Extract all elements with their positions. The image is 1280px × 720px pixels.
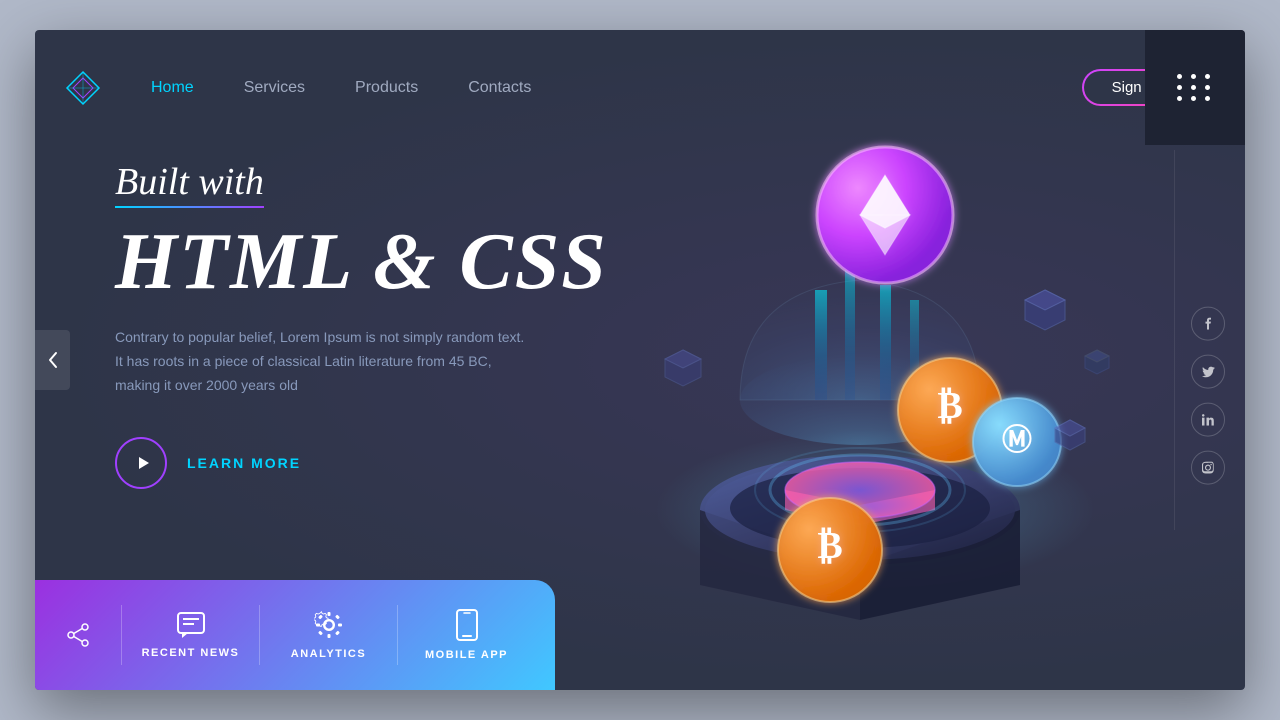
analytics-label: ANALYTICS bbox=[291, 648, 366, 660]
cta-row: LEARN MORE bbox=[115, 437, 608, 489]
bottom-divider-1 bbox=[121, 605, 122, 665]
navbar: Home Services Products Contacts Sign Up bbox=[35, 30, 1245, 145]
facebook-icon[interactable] bbox=[1191, 307, 1225, 341]
svg-text:Ⓜ: Ⓜ bbox=[1002, 424, 1032, 457]
twitter-icon[interactable] bbox=[1191, 355, 1225, 389]
learn-more-link[interactable]: LEARN MORE bbox=[187, 455, 301, 471]
hero-subtitle: Built with bbox=[115, 160, 264, 204]
play-button[interactable] bbox=[115, 437, 167, 489]
phone-icon bbox=[456, 609, 478, 641]
chat-icon bbox=[176, 611, 206, 639]
vertical-divider bbox=[1174, 150, 1175, 530]
corner-menu-block[interactable] bbox=[1145, 30, 1245, 145]
hero-section: Built with HTML & CSS Contrary to popula… bbox=[115, 160, 608, 489]
nav-contacts[interactable]: Contacts bbox=[468, 79, 531, 97]
nav-home[interactable]: Home bbox=[151, 79, 194, 97]
bottom-recent-news[interactable]: RECENT NEWS bbox=[132, 611, 249, 659]
share-button[interactable] bbox=[65, 622, 111, 648]
crypto-illustration: ₿ ₿ Ⓜ bbox=[585, 90, 1165, 670]
mobile-app-label: MOBILE APP bbox=[425, 649, 508, 661]
instagram-icon[interactable] bbox=[1191, 451, 1225, 485]
nav-services[interactable]: Services bbox=[244, 79, 305, 97]
nav-products[interactable]: Products bbox=[355, 79, 418, 97]
bottom-analytics[interactable]: ANALYTICS bbox=[270, 610, 387, 660]
main-area: Home Services Products Contacts Sign Up … bbox=[35, 30, 1245, 690]
bottom-divider-2 bbox=[259, 605, 260, 665]
linkedin-icon[interactable] bbox=[1191, 403, 1225, 437]
main-window: Home Services Products Contacts Sign Up … bbox=[35, 30, 1245, 690]
svg-text:₿: ₿ bbox=[937, 385, 962, 427]
social-sidebar bbox=[1191, 307, 1225, 485]
bottom-divider-3 bbox=[397, 605, 398, 665]
hero-body: Contrary to popular belief, Lorem Ipsum … bbox=[115, 326, 535, 397]
dots-grid-icon bbox=[1177, 74, 1213, 101]
gear-icon bbox=[314, 610, 344, 640]
left-arrow-button[interactable] bbox=[35, 330, 70, 390]
logo[interactable] bbox=[65, 70, 101, 106]
recent-news-label: RECENT NEWS bbox=[142, 647, 240, 659]
nav-links: Home Services Products Contacts bbox=[151, 79, 1082, 97]
bottom-mobile-app[interactable]: MOBILE APP bbox=[408, 609, 525, 661]
svg-text:₿: ₿ bbox=[817, 525, 842, 567]
hero-title: HTML & CSS bbox=[115, 218, 608, 306]
bottom-bar: RECENT NEWS bbox=[35, 580, 555, 690]
